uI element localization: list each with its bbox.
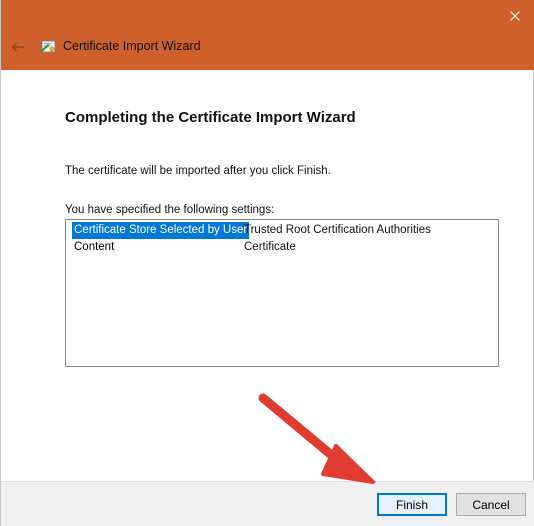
settings-row-key[interactable]: Certificate Store Selected by User	[72, 222, 250, 239]
page-heading: Completing the Certificate Import Wizard	[65, 109, 356, 126]
close-icon	[510, 11, 520, 21]
wizard-window: Certificate Import Wizard Completing the…	[0, 0, 534, 526]
certificate-wizard-icon	[40, 40, 56, 53]
settings-row[interactable]: Certificate Store Selected by User Trust…	[70, 222, 496, 239]
settings-label: You have specified the following setting…	[65, 204, 275, 216]
cancel-button[interactable]: Cancel	[456, 493, 526, 516]
close-button[interactable]	[495, 0, 534, 32]
settings-row[interactable]: Content Certificate	[70, 239, 496, 256]
back-button[interactable]	[7, 38, 29, 56]
settings-list[interactable]: Certificate Store Selected by User Trust…	[65, 219, 499, 367]
window-title: Certificate Import Wizard	[63, 39, 201, 53]
button-bar: Finish Cancel	[1, 481, 534, 526]
back-arrow-icon	[11, 42, 24, 52]
finish-button[interactable]: Finish	[377, 493, 447, 516]
info-text: The certificate will be imported after y…	[65, 165, 331, 177]
settings-row-key[interactable]: Content	[72, 239, 116, 256]
title-bar: Certificate Import Wizard	[1, 0, 534, 70]
settings-row-value: Certificate	[244, 241, 296, 253]
settings-row-value: Trusted Root Certification Authorities	[244, 224, 431, 236]
